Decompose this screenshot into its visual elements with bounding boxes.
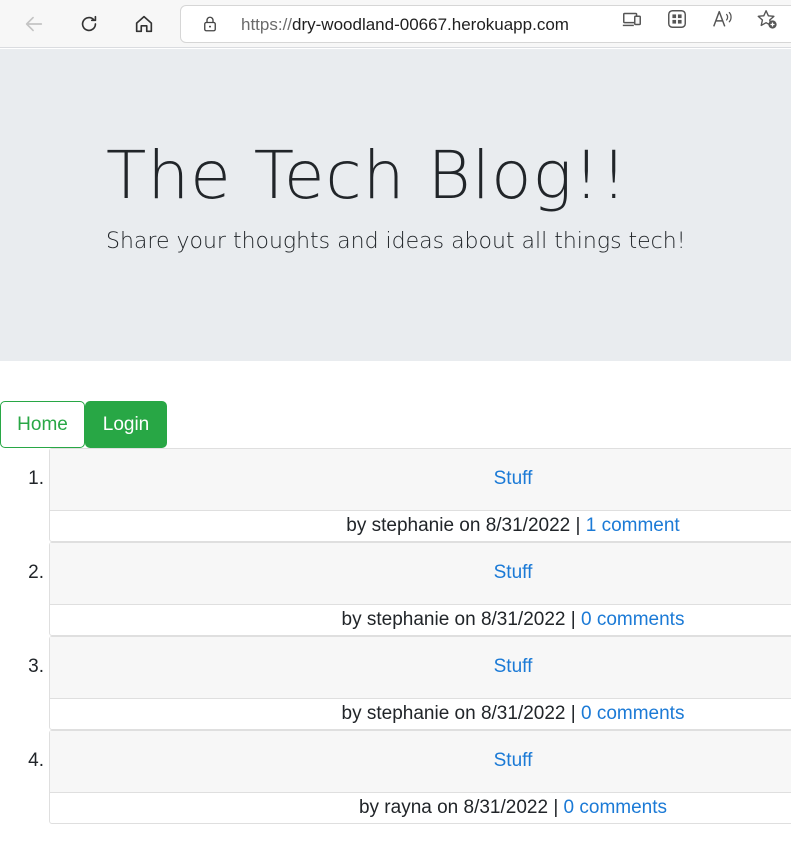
comments-link[interactable]: 0 comments [564,797,667,818]
post-list: 1. Stuff by stephanie on 8/31/2022 | 1 c… [0,448,791,824]
home-icon[interactable] [126,6,162,42]
post-title-link[interactable]: Stuff [0,656,791,678]
url-text[interactable]: https://dry-woodland-00667.herokuapp.com [241,15,569,35]
apps-icon[interactable] [665,7,689,31]
browser-toolbar: https://dry-woodland-00667.herokuapp.com [0,0,791,48]
post-author-date: by stephanie on 8/31/2022 | [341,609,581,630]
lock-icon[interactable] [201,15,219,33]
post-meta: by rayna on 8/31/2022 | 0 comments [0,797,791,819]
post-title-link[interactable]: Stuff [0,750,791,772]
favorite-add-icon[interactable] [755,7,779,31]
comments-link[interactable]: 1 comment [586,515,680,536]
jumbotron: The Tech Blog!! Share your thoughts and … [0,49,791,361]
list-item: 2. Stuff by stephanie on 8/31/2022 | 0 c… [0,542,791,636]
post-author-date: by stephanie on 8/31/2022 | [341,703,581,724]
page-subtitle: Share your thoughts and ideas about all … [106,229,686,254]
post-author-date: by stephanie on 8/31/2022 | [346,515,586,536]
refresh-icon[interactable] [71,6,107,42]
post-author-date: by rayna on 8/31/2022 | [358,797,564,818]
list-item: 3. Stuff by stephanie on 8/31/2022 | 0 c… [0,636,791,730]
back-icon[interactable] [16,6,52,42]
list-item: 1. Stuff by stephanie on 8/31/2022 | 1 c… [0,448,791,542]
comments-link[interactable]: 0 comments [581,609,684,630]
post-meta: by stephanie on 8/31/2022 | 0 comments [0,703,791,725]
login-button[interactable]: Login [85,401,167,448]
home-button[interactable]: Home [0,401,85,448]
read-aloud-icon[interactable] [710,7,734,31]
post-meta: by stephanie on 8/31/2022 | 1 comment [0,515,791,537]
device-icon[interactable] [620,7,644,31]
list-item: 4. Stuff by rayna on 8/31/2022 | 0 comme… [0,730,791,824]
post-meta: by stephanie on 8/31/2022 | 0 comments [0,609,791,631]
page-title: The Tech Blog!! [106,137,628,214]
post-title-link[interactable]: Stuff [0,562,791,584]
address-bar[interactable]: https://dry-woodland-00667.herokuapp.com [180,5,791,43]
comments-link[interactable]: 0 comments [581,703,684,724]
post-title-link[interactable]: Stuff [0,468,791,490]
